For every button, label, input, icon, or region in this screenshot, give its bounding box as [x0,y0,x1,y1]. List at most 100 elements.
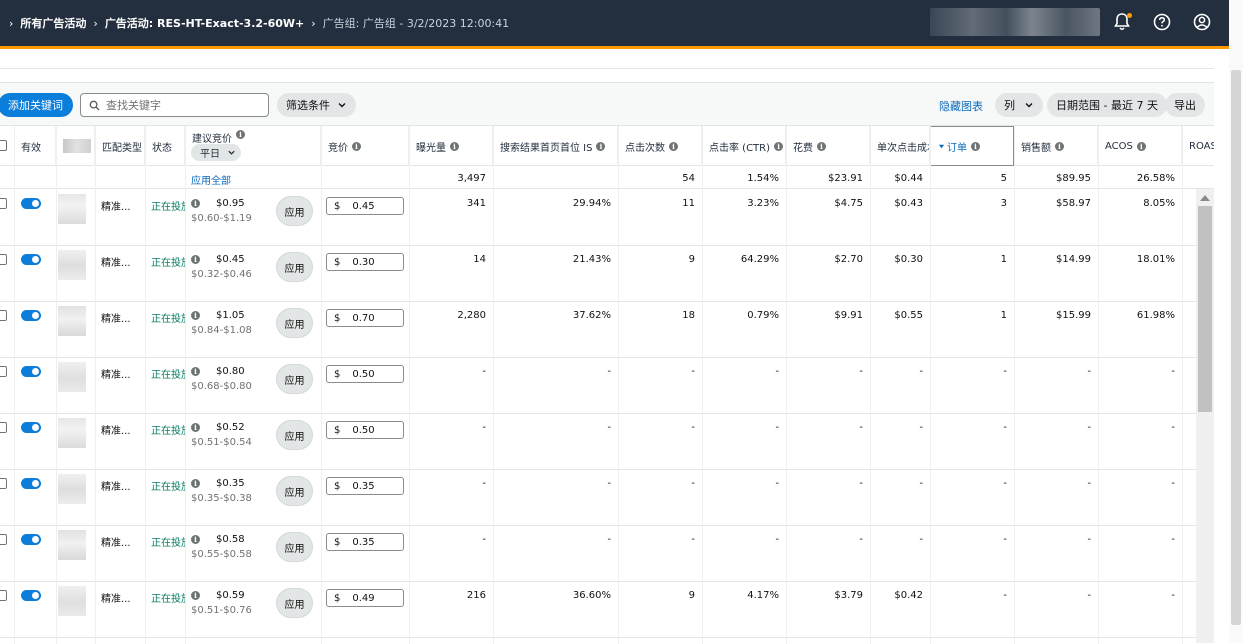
help-icon[interactable] [1151,11,1173,33]
active-toggle[interactable] [21,590,41,601]
info-icon[interactable]: i [774,141,784,151]
row-checkbox[interactable] [0,534,7,545]
row-checkbox[interactable] [0,478,7,489]
info-icon[interactable]: i [191,591,200,600]
table-toolbar: 添加关键词 查找关键字 筛选条件 隐藏图表 列 日期范围 - 最近 7 天 导出 [0,83,1214,126]
breadcrumb-campaign[interactable]: 广告活动: RES-HT-Exact-3.2-60W+ [105,15,304,31]
select-all-checkbox[interactable] [0,140,7,151]
active-toggle[interactable] [21,310,41,321]
info-icon[interactable]: i [450,141,459,151]
bid-input[interactable]: $ 0.35 [326,533,404,551]
info-icon[interactable]: i [669,141,678,151]
apply-suggested-bid-button[interactable]: 应用 [276,532,313,562]
col-cpc[interactable]: 单次点击成本 [870,126,930,166]
col-ctr[interactable]: 点击率 (CTR) i [702,126,786,166]
col-bid[interactable]: 竞价 i [321,126,409,166]
row-checkbox[interactable] [0,422,7,433]
suggested-bid-main: i $0.52 [191,422,275,433]
info-icon[interactable]: i [191,535,200,544]
info-icon[interactable]: i [1136,141,1146,151]
clicks-cell: - [691,478,695,489]
info-icon[interactable]: i [352,141,361,151]
info-icon[interactable]: i [817,141,826,151]
col-spend[interactable]: 花费 i [786,126,870,166]
col-acos[interactable]: ACOS i [1098,126,1182,166]
cpc-cell: - [919,478,923,489]
bid-input[interactable]: $ 0.30 [326,253,404,271]
weekday-dropdown[interactable]: 平日 [191,144,241,161]
apply-suggested-bid-button[interactable]: 应用 [276,364,313,394]
sales-cell: - [1087,366,1091,377]
row-checkbox[interactable] [0,254,7,265]
col-status[interactable]: 状态 [145,126,185,166]
top-is-cell: - [607,422,611,433]
bid-input[interactable]: $ 0.50 [326,365,404,383]
table-row: 精准... 正在投放 i $0.52 $0.51-$0.54 应用 $ 0.50… [0,414,1214,470]
top-is-cell: 29.94% [572,198,611,209]
filter-button[interactable]: 筛选条件 [277,93,356,117]
info-icon[interactable]: i [191,423,200,432]
info-icon[interactable]: i [596,141,606,151]
col-orders-sorted[interactable]: 订单 i [930,126,1014,166]
columns-button[interactable]: 列 [995,93,1043,117]
page-scrollbar-thumb[interactable] [1231,70,1241,625]
impressions-cell: 14 [473,254,486,265]
apply-suggested-bid-button[interactable]: 应用 [276,252,313,282]
date-range-button[interactable]: 日期范围 - 最近 7 天 [1047,93,1167,117]
col-impressions[interactable]: 曝光量 i [409,126,493,166]
active-toggle[interactable] [21,254,41,265]
info-icon[interactable]: i [971,141,980,151]
info-icon[interactable]: i [191,199,200,208]
apply-suggested-bid-button[interactable]: 应用 [276,420,313,450]
col-active[interactable]: 有效 [14,126,56,166]
bell-icon[interactable] [1111,11,1133,33]
info-icon[interactable]: i [191,479,200,488]
info-icon[interactable]: i [191,311,200,320]
info-icon[interactable]: i [191,255,200,264]
bid-input[interactable]: $ 0.70 [326,309,404,327]
bid-input[interactable]: $ 0.49 [326,589,404,607]
suggested-bid-main: i $0.95 [191,198,275,209]
row-checkbox[interactable] [0,590,7,601]
table-scrollbar-thumb[interactable] [1198,206,1212,412]
bid-input[interactable]: $ 0.35 [326,477,404,495]
col-roas[interactable]: ROAS [1182,126,1214,166]
info-icon[interactable]: i [1055,141,1064,151]
account-icon[interactable] [1191,11,1213,33]
col-clicks[interactable]: 点击次数 i [618,126,702,166]
active-toggle[interactable] [21,422,41,433]
breadcrumb-all-campaigns[interactable]: 所有广告活动 [20,15,86,31]
row-checkbox[interactable] [0,198,7,209]
scroll-up-arrow-icon[interactable] [1200,195,1210,201]
active-toggle[interactable] [21,366,41,377]
info-icon[interactable]: i [191,367,200,376]
hide-chart-link[interactable]: 隐藏图表 [939,98,983,114]
export-button[interactable]: 导出 [1165,93,1205,117]
apply-suggested-bid-button[interactable]: 应用 [276,196,313,226]
ctr-cell: - [775,478,779,489]
row-checkbox[interactable] [0,366,7,377]
apply-suggested-bid-button[interactable]: 应用 [276,308,313,338]
apply-suggested-bid-button[interactable]: 应用 [276,588,313,618]
chevron-down-icon [338,103,346,108]
bid-input[interactable]: $ 0.45 [326,197,404,215]
row-checkbox[interactable] [0,310,7,321]
apply-all-link[interactable]: 应用全部 [191,172,231,187]
col-active-label: 有效 [21,142,41,154]
impressions-cell: - [482,534,486,545]
bid-input[interactable]: $ 0.50 [326,421,404,439]
active-toggle[interactable] [21,478,41,489]
add-keyword-button[interactable]: 添加关键词 [0,93,73,117]
col-top-of-search-is[interactable]: 搜索结果首页首位 IS i [493,126,618,166]
active-toggle[interactable] [21,534,41,545]
suggested-bid-main: i $1.05 [191,310,275,321]
active-toggle[interactable] [21,198,41,209]
col-sales[interactable]: 销售额 i [1014,126,1098,166]
info-icon[interactable]: i [236,130,245,139]
table-row: 精准... 正在投放 i $0.58 $0.55-$0.58 应用 $ 0.35… [0,526,1214,582]
apply-suggested-bid-button[interactable]: 应用 [276,476,313,506]
redacted-keyword [58,250,86,280]
sales-cell: - [1087,534,1091,545]
col-match-type[interactable]: 匹配类型 [95,126,145,166]
search-input[interactable]: 查找关键字 [80,93,269,117]
